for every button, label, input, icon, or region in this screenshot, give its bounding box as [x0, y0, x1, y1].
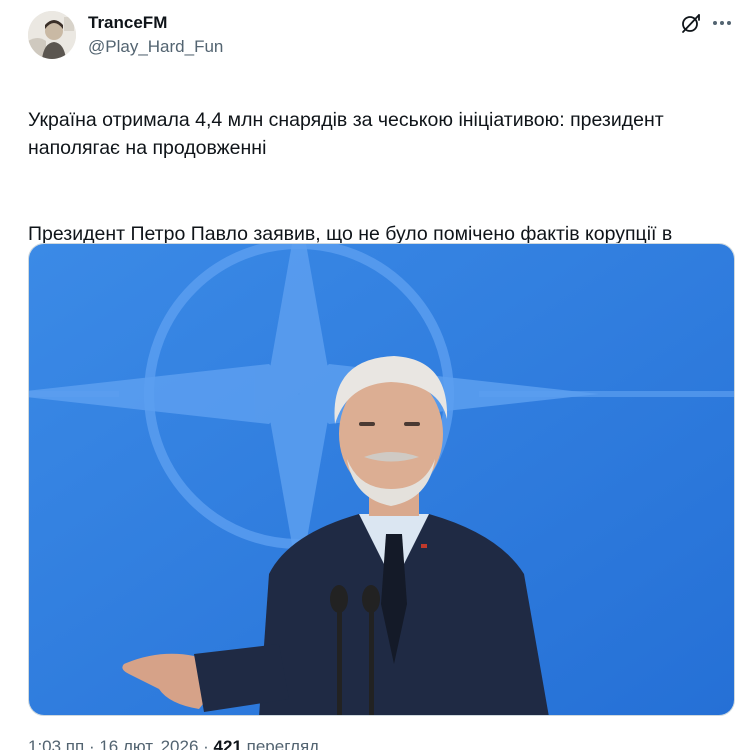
avatar[interactable] — [28, 11, 76, 59]
tweet-image[interactable] — [28, 243, 735, 716]
grok-icon[interactable] — [679, 11, 703, 35]
author-handle[interactable]: @Play_Hard_Fun — [88, 36, 223, 58]
author-display-name[interactable]: TranceFM — [88, 12, 223, 34]
views-count: 421 — [213, 737, 242, 750]
author-block: TranceFM @Play_Hard_Fun — [88, 12, 223, 58]
more-icon[interactable] — [710, 11, 734, 35]
meta-separator: · — [198, 737, 214, 750]
tweet-timestamp[interactable]: 1:03 пп · 16 лют. 2026 — [28, 737, 198, 750]
tweet-meta: 1:03 пп · 16 лют. 2026 · 421 перегляд — [28, 736, 319, 750]
tweet-paragraph: Україна отримала 4,4 млн снарядів за чес… — [28, 109, 664, 159]
tweet: TranceFM @Play_Hard_Fun Україна отримала… — [0, 0, 753, 750]
views-label: перегляд — [241, 737, 320, 750]
